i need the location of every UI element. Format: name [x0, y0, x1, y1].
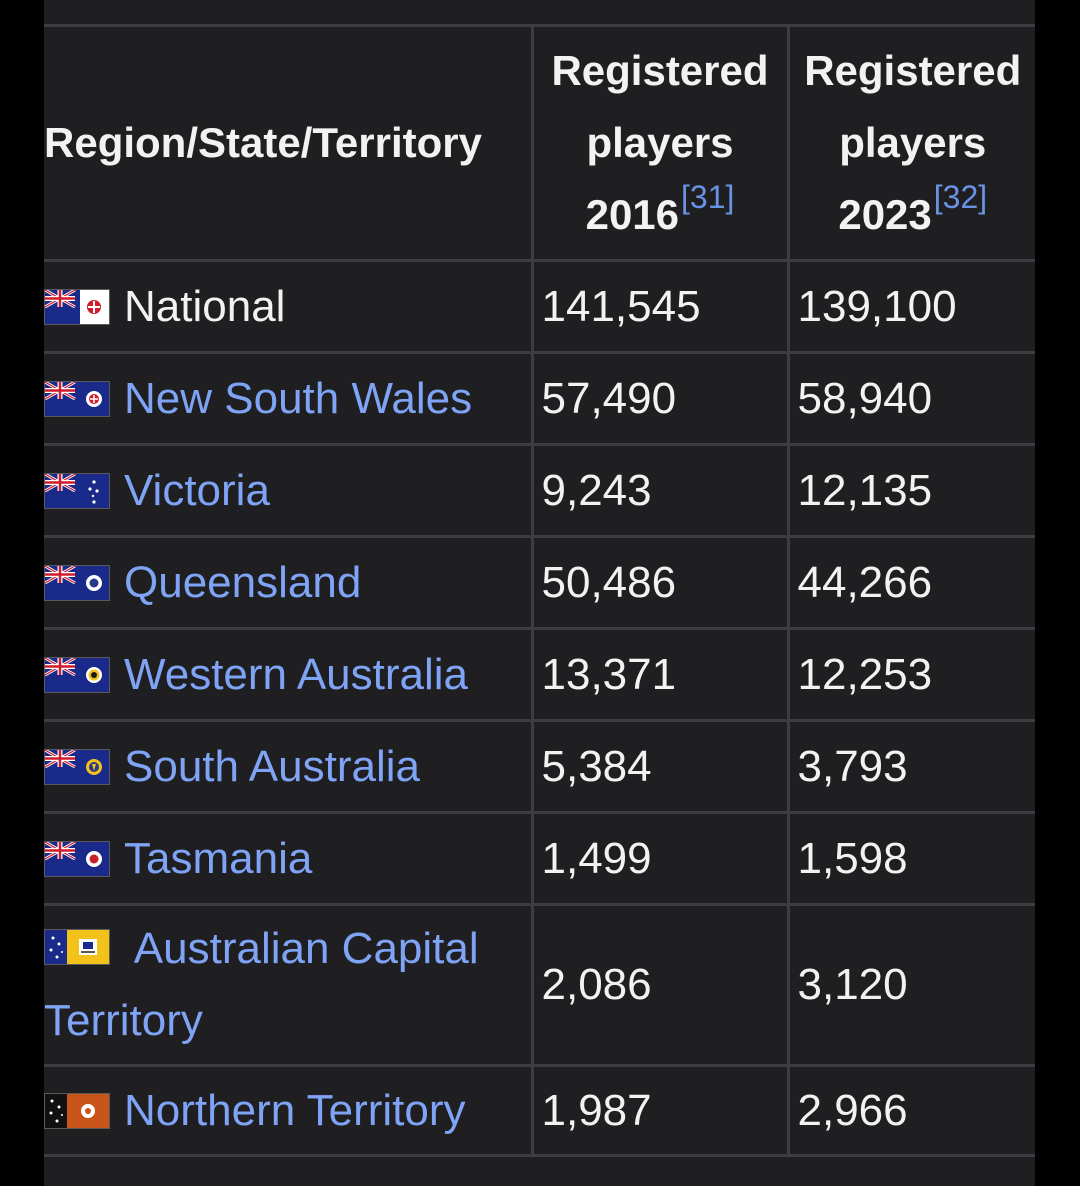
header-line: Registered: [551, 47, 769, 94]
region-name-line: Australian Capital: [133, 924, 479, 973]
players-2023-cell: 1,598: [786, 811, 1035, 906]
south-australia-flag-icon: [44, 748, 110, 785]
queensland-flag-icon: [44, 564, 110, 601]
region-cell: Tasmania: [44, 811, 534, 906]
region-cell: Western Australia: [44, 627, 534, 722]
region-link[interactable]: Australian Capital Territory: [44, 913, 531, 1057]
table-row: Australian Capital Territory 2,086 3,120: [44, 903, 1035, 1067]
table-container: Region/State/Territory Registered player…: [44, 24, 1035, 1157]
players-2023-cell: 12,135: [786, 443, 1035, 538]
table-row: Tasmania 1,499 1,598: [44, 811, 1035, 906]
tasmania-flag-icon: [44, 840, 110, 877]
table-row: Western Australia 13,371 12,253: [44, 627, 1035, 722]
players-2023-cell: 3,120: [786, 903, 1035, 1067]
registered-players-table: Region/State/Territory Registered player…: [44, 24, 1035, 1157]
region-name-line: Territory: [44, 996, 203, 1045]
region-link[interactable]: Western Australia: [124, 650, 468, 700]
players-2016-cell: 13,371: [530, 627, 790, 722]
players-2023-cell: 139,100: [786, 259, 1035, 354]
region-cell: National: [44, 259, 534, 354]
players-2016-cell: 1,987: [530, 1064, 790, 1157]
region-link[interactable]: Queensland: [124, 558, 361, 608]
players-2023-cell: 12,253: [786, 627, 1035, 722]
region-link[interactable]: Tasmania: [124, 834, 312, 884]
table-row: Queensland 50,486 44,266: [44, 535, 1035, 630]
reference-link[interactable]: [31]: [681, 179, 734, 215]
header-line: Registered: [804, 47, 1022, 94]
region-link[interactable]: Victoria: [124, 466, 270, 516]
players-2016-column-header: Registered players 2016[31]: [530, 24, 790, 262]
players-2016-cell: 141,545: [530, 259, 790, 354]
table-row: Northern Territory 1,987 2,966: [44, 1064, 1035, 1157]
australia-flag-icon: [44, 288, 110, 325]
new-south-wales-flag-icon: [44, 380, 110, 417]
players-2016-cell: 2,086: [530, 903, 790, 1067]
region-cell: Northern Territory: [44, 1064, 534, 1157]
victoria-flag-icon: [44, 472, 110, 509]
region-column-header: Region/State/Territory: [44, 24, 534, 262]
players-2016-cell: 5,384: [530, 719, 790, 814]
region-link[interactable]: South Australia: [124, 742, 420, 792]
players-2023-column-header: Registered players 2023[32]: [786, 24, 1035, 262]
players-2016-cell: 1,499: [530, 811, 790, 906]
players-2023-cell: 3,793: [786, 719, 1035, 814]
page: Region/State/Territory Registered player…: [44, 0, 1035, 1186]
region-cell: Australian Capital Territory: [44, 903, 534, 1067]
table-row: New South Wales 57,490 58,940: [44, 351, 1035, 446]
western-australia-flag-icon: [44, 656, 110, 693]
players-2016-cell: 50,486: [530, 535, 790, 630]
players-2016-cell: 9,243: [530, 443, 790, 538]
region-cell: South Australia: [44, 719, 534, 814]
header-line: 2016: [585, 191, 680, 238]
region-cell: Queensland: [44, 535, 534, 630]
header-row: Region/State/Territory Registered player…: [44, 24, 1035, 262]
players-2023-cell: 58,940: [786, 351, 1035, 446]
region-name: National: [124, 281, 286, 331]
header-line: players: [839, 119, 987, 166]
table-row: South Australia 5,384 3,793: [44, 719, 1035, 814]
northern-territory-flag-icon: [44, 1092, 110, 1129]
header-line: players: [586, 119, 734, 166]
players-2023-cell: 2,966: [786, 1064, 1035, 1157]
region-cell: New South Wales: [44, 351, 534, 446]
region-link[interactable]: Northern Territory: [124, 1086, 466, 1136]
region-cell: Victoria: [44, 443, 534, 538]
header-line: 2023: [838, 191, 932, 238]
players-2016-cell: 57,490: [530, 351, 790, 446]
players-2023-cell: 44,266: [786, 535, 1035, 630]
table-row: Victoria 9,243 12,135: [44, 443, 1035, 538]
region-link[interactable]: New South Wales: [124, 374, 472, 424]
reference-link[interactable]: [32]: [934, 179, 987, 215]
table-row: National 141,545 139,100: [44, 259, 1035, 354]
act-flag-icon: [44, 929, 110, 966]
